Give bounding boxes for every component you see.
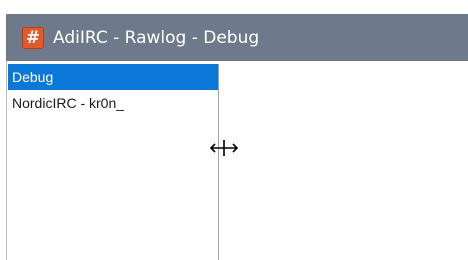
- title-bar[interactable]: # AdiIRC - Rawlog - Debug: [6, 14, 468, 61]
- rawlog-connection-list[interactable]: Debug NordicIRC - kr0n_: [8, 64, 219, 260]
- pane-splitter[interactable]: [219, 64, 223, 260]
- rawlog-window: # AdiIRC - Rawlog - Debug Debug NordicIR…: [0, 0, 468, 260]
- rawlog-client-area: Debug NordicIRC - kr0n_: [6, 61, 468, 260]
- resize-horizontal-icon: [210, 140, 239, 156]
- list-item-debug[interactable]: Debug: [8, 64, 218, 90]
- window-title: AdiIRC - Rawlog - Debug: [53, 27, 260, 48]
- list-item-nordicirc[interactable]: NordicIRC - kr0n_: [8, 90, 218, 116]
- adiirc-app-icon[interactable]: #: [22, 26, 44, 49]
